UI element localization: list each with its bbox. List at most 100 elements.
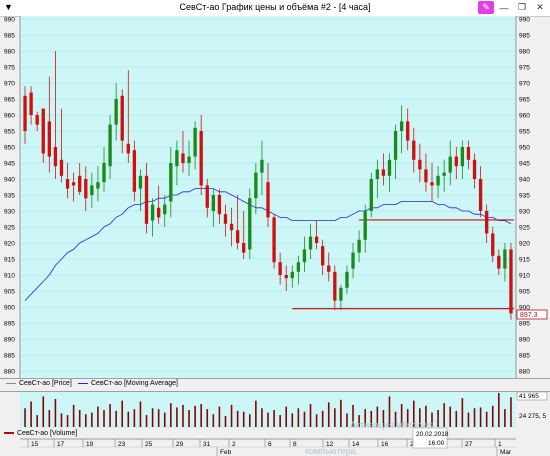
- volume-bar: [109, 404, 111, 427]
- volume-bar: [54, 398, 57, 427]
- current-price-label: 897.3: [520, 312, 538, 319]
- candle-body: [387, 159, 392, 176]
- price-tick-left: 990: [4, 17, 15, 24]
- candle-body: [59, 159, 64, 176]
- volume-bar: [455, 410, 458, 427]
- volume-bar: [218, 406, 221, 427]
- price-tick-right: 915: [519, 257, 530, 264]
- volume-bar: [285, 406, 288, 427]
- volume-bar: [97, 406, 99, 427]
- candle-body: [503, 249, 507, 269]
- window-titlebar[interactable]: ▼ СевСт-ао График цены и объёма #2 - [4 …: [0, 0, 550, 17]
- close-button[interactable]: ✕: [532, 1, 548, 14]
- legend-item-moving-average[interactable]: СевСт-ао [Moving Average]: [78, 380, 178, 387]
- day-label: 1: [498, 441, 502, 448]
- volume-bar: [297, 408, 300, 427]
- volume-bar: [510, 397, 512, 427]
- volume-bar: [491, 405, 494, 427]
- volume-bar: [200, 404, 202, 427]
- price-tick-right: 940: [519, 177, 530, 184]
- candle-body: [229, 223, 234, 231]
- price-tick-right: 930: [519, 209, 530, 216]
- price-tick-right: 970: [519, 81, 530, 88]
- day-label: 6: [268, 441, 272, 448]
- candle-body: [339, 287, 343, 301]
- candle-body: [357, 239, 361, 253]
- day-label: 29: [176, 441, 184, 448]
- candle-body: [448, 156, 452, 173]
- price-tick-left: 900: [4, 305, 15, 312]
- legend-item-price[interactable]: СевСт-ао [Price]: [6, 380, 72, 387]
- candle-body: [351, 252, 355, 269]
- price-tick-left: 950: [4, 145, 15, 152]
- volume-bar: [479, 407, 482, 427]
- price-tick-left: 945: [4, 161, 15, 168]
- candle-body: [454, 156, 458, 167]
- candle-body: [491, 233, 495, 256]
- candle-body: [308, 236, 313, 250]
- price-axis-left: 990 985 980 975 970 965 960 955 950 945 940 935 930 9…: [4, 16, 21, 378]
- price-tick-left: 975: [4, 65, 15, 72]
- price-tick-left: 880: [4, 369, 15, 376]
- price-tick-left: 985: [4, 33, 15, 40]
- candle-body: [205, 185, 209, 208]
- volume-bar: [443, 403, 445, 427]
- volume-bar: [485, 411, 488, 427]
- maximize-button[interactable]: ❐: [514, 1, 530, 14]
- volume-bar: [30, 401, 32, 427]
- volume-legend[interactable]: СевСт-ао [Volume]: [0, 428, 77, 438]
- day-label: 8: [293, 441, 297, 448]
- volume-swatch-icon: [4, 432, 14, 434]
- volume-bar: [60, 413, 63, 427]
- price-tick-right: 935: [519, 193, 530, 200]
- candle-body: [108, 124, 112, 167]
- candle-body: [430, 182, 434, 186]
- volume-bar: [242, 411, 245, 427]
- candle-body: [132, 150, 137, 192]
- candle-body: [418, 159, 422, 170]
- candle-body: [169, 163, 173, 202]
- candle-body: [509, 249, 513, 314]
- candle-body: [484, 211, 489, 234]
- candle-body: [248, 198, 252, 250]
- time-tooltip: 20.02.2018 16:00: [412, 427, 449, 449]
- legend-volume-label: СевСт-ао [Volume]: [17, 429, 78, 437]
- volume-bar: [72, 404, 75, 427]
- price-tick-right: 895: [519, 321, 530, 328]
- candle-body: [150, 204, 155, 221]
- candle-body: [71, 182, 76, 186]
- day-label: 23: [118, 441, 126, 448]
- candle-body: [254, 172, 258, 199]
- price-tick-right: 885: [519, 353, 530, 360]
- candle-body: [472, 159, 477, 179]
- price-tick-right: 985: [519, 33, 530, 40]
- candle-body: [393, 131, 398, 160]
- volume-bar: [139, 401, 142, 427]
- watermark-line-1: Активация Windows: [350, 420, 433, 430]
- volume-bar: [449, 406, 452, 427]
- window-controls: ✎ — ❐ ✕: [478, 1, 548, 15]
- price-tick-right: 925: [519, 225, 530, 232]
- price-tick-right: 975: [519, 65, 530, 72]
- candle-body: [436, 175, 440, 186]
- price-tick-left: 960: [4, 113, 15, 120]
- price-tick-right: 920: [519, 241, 530, 248]
- candle-body: [163, 204, 167, 215]
- candle-body: [53, 147, 58, 167]
- volume-axis-mid-label: 24 275, 5: [519, 413, 546, 420]
- candle: [248, 188, 252, 259]
- volume-bar: [498, 393, 500, 427]
- candle-body: [424, 169, 428, 183]
- candle-body: [144, 175, 149, 224]
- candle-body: [78, 175, 82, 192]
- candle-body: [90, 185, 94, 195]
- price-tick-right: 945: [519, 161, 530, 168]
- current-price-marker: 897.3: [516, 309, 548, 320]
- pin-icon[interactable]: ✎: [478, 1, 494, 14]
- candle-body: [193, 127, 197, 157]
- candle: [369, 172, 373, 218]
- day-label: 15: [31, 441, 39, 448]
- volume-bar: [163, 412, 166, 427]
- volume-bar: [170, 403, 172, 427]
- minimize-button[interactable]: —: [496, 1, 512, 14]
